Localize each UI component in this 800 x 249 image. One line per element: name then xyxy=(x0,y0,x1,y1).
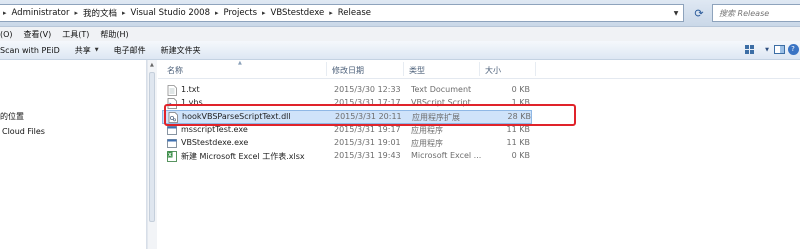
chevron-right-icon[interactable]: ▸ xyxy=(326,9,336,17)
file-name: 1.txt xyxy=(181,85,200,94)
view-icon xyxy=(745,45,754,54)
help-button[interactable]: ? xyxy=(786,43,800,56)
column-header-name[interactable]: 名称 xyxy=(167,65,183,76)
file-size: 11 KB xyxy=(506,138,530,147)
file-row[interactable]: 新建 Microsoft Excel 工作表.xlsx 2015/3/31 19… xyxy=(162,150,532,163)
breadcrumb-projects[interactable]: Projects xyxy=(222,8,260,18)
search-input[interactable] xyxy=(713,5,797,21)
dll-file-icon xyxy=(168,112,178,123)
scan-with-peid-label: Scan with PEiD xyxy=(0,45,60,55)
nav-item-label: 的位置 xyxy=(0,112,24,121)
excel-file-icon xyxy=(167,151,177,162)
scrollbar-thumb[interactable] xyxy=(149,72,155,222)
file-row-selected[interactable]: hookVBSParseScriptText.dll 2015/3/31 20:… xyxy=(162,110,532,124)
address-bar-row: ▸ Administrator ▸ 我的文档 ▸ Visual Studio 2… xyxy=(0,0,800,27)
file-size: 0 KB xyxy=(511,151,530,160)
navigation-pane[interactable]: 的位置 Cloud Files xyxy=(0,60,147,249)
chevron-right-icon[interactable]: ▸ xyxy=(259,9,269,17)
file-name: 1.vbs xyxy=(181,98,203,107)
email-label: 电子邮件 xyxy=(113,45,146,55)
share-label: 共享 xyxy=(74,45,91,55)
chevron-right-icon[interactable]: ▸ xyxy=(71,9,81,17)
breadcrumb-documents[interactable]: 我的文档 xyxy=(81,7,119,19)
chevron-right-icon[interactable]: ▸ xyxy=(0,9,10,17)
chevron-down-icon: ▼ xyxy=(765,46,769,53)
menu-bar: (O) 查看(V) 工具(T) 帮助(H) xyxy=(0,27,800,41)
file-date: 2015/3/31 19:43 xyxy=(334,151,401,160)
chevron-down-icon[interactable]: ▼ xyxy=(669,5,683,21)
navigation-scrollbar[interactable]: ▲ xyxy=(147,60,157,249)
column-divider[interactable] xyxy=(326,62,327,76)
file-type: 应用程序 xyxy=(411,139,443,148)
column-header-date[interactable]: 修改日期 xyxy=(332,65,364,76)
search-box[interactable] xyxy=(712,4,800,22)
file-row[interactable]: msscriptTest.exe 2015/3/31 19:17 应用程序 11… xyxy=(162,124,532,137)
file-row[interactable]: 1.vbs 2015/3/31 17:17 VBScript Script ..… xyxy=(162,97,532,110)
nav-item-label: Cloud Files xyxy=(2,127,45,136)
new-folder-button[interactable]: 新建文件夹 xyxy=(155,45,210,56)
column-header-type[interactable]: 类型 xyxy=(409,65,425,76)
scan-with-peid-button[interactable]: Scan with PEiD xyxy=(0,46,69,55)
email-button[interactable]: 电子邮件 xyxy=(108,45,155,56)
text-file-icon xyxy=(167,85,177,96)
address-bar[interactable]: ▸ Administrator ▸ 我的文档 ▸ Visual Studio 2… xyxy=(0,4,684,22)
menu-help[interactable]: 帮助(H) xyxy=(95,29,134,40)
file-row[interactable]: 1.txt 2015/3/30 12:33 Text Document 0 KB xyxy=(162,84,532,97)
breadcrumb-vbstestdexe[interactable]: VBStestdexe xyxy=(269,8,327,18)
new-folder-label: 新建文件夹 xyxy=(160,45,201,55)
chevron-right-icon[interactable]: ▸ xyxy=(119,9,129,17)
preview-pane-icon xyxy=(773,45,785,54)
column-divider[interactable] xyxy=(403,62,404,76)
file-date: 2015/3/31 20:11 xyxy=(335,112,402,121)
menu-view[interactable]: 查看(V) xyxy=(19,29,58,40)
file-row[interactable]: VBStestdexe.exe 2015/3/31 19:01 应用程序 11 … xyxy=(162,137,532,150)
nav-item-recent-places[interactable]: 的位置 xyxy=(0,111,24,122)
file-size: 11 KB xyxy=(506,125,530,134)
chevron-right-icon[interactable]: ▸ xyxy=(212,9,222,17)
file-date: 2015/3/31 19:01 xyxy=(334,138,401,147)
exe-file-icon xyxy=(167,139,177,148)
file-size: 28 KB xyxy=(507,112,531,121)
file-name: 新建 Microsoft Excel 工作表.xlsx xyxy=(181,152,305,161)
file-name: hookVBSParseScriptText.dll xyxy=(182,112,291,121)
exe-file-icon xyxy=(167,126,177,135)
file-name: msscriptTest.exe xyxy=(181,125,248,134)
script-file-icon xyxy=(167,98,177,109)
view-options-button[interactable] xyxy=(743,43,757,56)
menu-tools[interactable]: 工具(T) xyxy=(57,29,95,40)
share-button[interactable]: 共享 ▼ xyxy=(69,45,108,56)
file-name: VBStestdexe.exe xyxy=(181,138,249,147)
breadcrumb-visual-studio[interactable]: Visual Studio 2008 xyxy=(129,8,212,18)
refresh-icon: ⟳ xyxy=(694,6,704,20)
breadcrumb-release[interactable]: Release xyxy=(336,8,373,18)
refresh-button[interactable]: ⟳ xyxy=(689,5,709,21)
sort-ascending-icon: ▲ xyxy=(238,60,242,66)
preview-pane-button[interactable] xyxy=(772,43,786,56)
file-type: 应用程序 xyxy=(411,126,443,135)
scroll-up-icon[interactable]: ▲ xyxy=(150,62,154,68)
nav-item-cloud-files[interactable]: Cloud Files xyxy=(2,127,45,136)
menu-organize[interactable]: (O) xyxy=(0,30,19,39)
column-header-row: ▲ 名称 修改日期 类型 大小 xyxy=(158,60,800,79)
chevron-down-icon: ▼ xyxy=(94,47,99,53)
column-divider[interactable] xyxy=(535,62,536,76)
help-icon: ? xyxy=(787,44,799,55)
file-date: 2015/3/31 19:17 xyxy=(334,125,401,134)
command-bar: Scan with PEiD 共享 ▼ 电子邮件 新建文件夹 ▼ ? xyxy=(0,41,800,60)
column-header-size[interactable]: 大小 xyxy=(485,65,501,76)
file-date: 2015/3/31 17:17 xyxy=(334,98,401,107)
file-list[interactable]: ▲ 名称 修改日期 类型 大小 1.txt 2015/3/30 12:33 Te… xyxy=(158,60,800,249)
file-size: 1 KB xyxy=(511,98,530,107)
file-size: 0 KB xyxy=(511,85,530,94)
column-divider[interactable] xyxy=(479,62,480,76)
breadcrumb-administrator[interactable]: Administrator xyxy=(10,8,72,18)
file-date: 2015/3/30 12:33 xyxy=(334,85,401,94)
